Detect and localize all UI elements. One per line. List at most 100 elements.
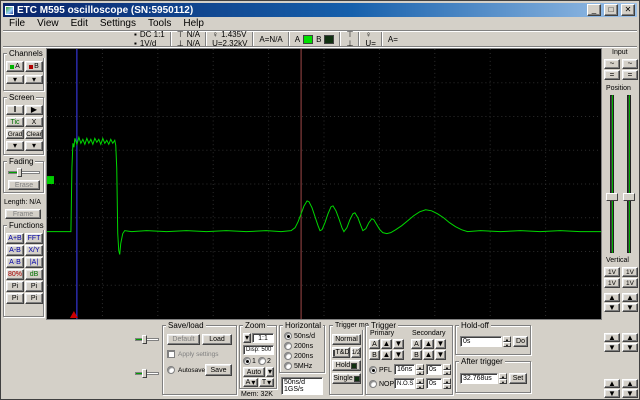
offset-b-down-button[interactable]: ▼ bbox=[622, 343, 638, 352]
channel-b-button[interactable]: B bbox=[25, 61, 43, 72]
function-a-minus-b-button[interactable]: A-B bbox=[6, 245, 24, 256]
secondary-source-b-button[interactable]: B bbox=[411, 350, 422, 360]
channel-b-led[interactable] bbox=[324, 34, 335, 44]
menu-help[interactable]: Help bbox=[177, 18, 210, 30]
erase-button[interactable]: Erase bbox=[8, 180, 40, 190]
offset-b-up-button[interactable]: ▲ bbox=[622, 333, 638, 342]
secondary-source-a-button[interactable]: A bbox=[411, 339, 422, 349]
secondary-falling-edge-b-button[interactable]: ▼ bbox=[435, 350, 446, 360]
spin-down-icon[interactable]: ▼ bbox=[443, 369, 451, 375]
primary-falling-edge-button[interactable]: ▼ bbox=[393, 339, 404, 349]
primary-delay-spinner[interactable]: ▲ ▼ bbox=[443, 364, 451, 375]
pfl-value[interactable]: 16ns bbox=[394, 364, 415, 375]
hdiv-5mhz-radio[interactable] bbox=[284, 362, 292, 370]
zoom-auto-menu-button[interactable]: ▾ bbox=[266, 367, 274, 377]
save-button[interactable]: Save bbox=[205, 364, 232, 376]
position-a-slider[interactable] bbox=[605, 95, 619, 253]
slider-thumb[interactable] bbox=[17, 168, 22, 177]
title-bar[interactable]: ETC M595 oscilloscope (SN:5950112) _ □ ✕ bbox=[3, 3, 637, 17]
saveload-slider-2[interactable] bbox=[135, 369, 159, 378]
holdoff-value[interactable]: 0s bbox=[460, 336, 502, 347]
spin-down-icon[interactable]: ▼ bbox=[503, 341, 511, 347]
x-button[interactable]: X bbox=[25, 117, 43, 127]
slider-thumb[interactable] bbox=[606, 193, 618, 201]
zoom-mode-1-radio[interactable] bbox=[243, 357, 251, 365]
hold-button[interactable]: Hold bbox=[332, 360, 361, 371]
slider-thumb[interactable] bbox=[623, 193, 635, 201]
menu-tools[interactable]: Tools bbox=[142, 18, 177, 30]
single-button[interactable]: Single bbox=[332, 373, 361, 384]
fine-b-up-button[interactable]: ▲ bbox=[622, 379, 638, 388]
scope-display[interactable] bbox=[46, 48, 602, 320]
close-button[interactable]: ✕ bbox=[621, 4, 635, 16]
maximize-button[interactable]: □ bbox=[604, 4, 618, 16]
function-xy-button[interactable]: X/Y bbox=[25, 245, 43, 256]
grid-style-button[interactable]: ▾ bbox=[6, 141, 24, 151]
normal-button[interactable]: Normal bbox=[332, 334, 361, 345]
after-trigger-set-button[interactable]: Set bbox=[509, 373, 527, 384]
channel-b-menu-button[interactable]: ▾ bbox=[25, 75, 43, 84]
input-a-coupling-button[interactable]: ~ bbox=[604, 59, 620, 69]
function-abs-a-button[interactable]: |A| bbox=[25, 257, 43, 268]
td-button[interactable]: T&D bbox=[332, 347, 350, 358]
apply-settings-checkbox[interactable] bbox=[167, 350, 175, 358]
input-b-coupling-button[interactable]: ~ bbox=[622, 59, 638, 69]
grad-button[interactable]: Grad bbox=[6, 129, 24, 139]
primary-delay-value[interactable]: 0s bbox=[426, 364, 442, 375]
frame-button[interactable]: Frame bbox=[5, 209, 41, 219]
zoom-mode-2-radio[interactable] bbox=[258, 357, 266, 365]
pfl-spinner[interactable]: ▲ ▼ bbox=[416, 364, 424, 375]
secondary-rising-edge-button[interactable]: ▲ bbox=[423, 339, 434, 349]
holdoff-do-button[interactable]: Do bbox=[513, 336, 528, 347]
holdoff-spinner[interactable]: ▲ ▼ bbox=[503, 336, 511, 347]
after-trigger-spinner[interactable]: ▲ ▼ bbox=[499, 373, 507, 384]
function-db-button[interactable]: dB bbox=[25, 269, 43, 280]
slider-thumb[interactable] bbox=[142, 335, 147, 344]
nudge-b-up-button[interactable]: ▲ bbox=[622, 293, 638, 302]
tic-button[interactable]: Tic bbox=[6, 117, 24, 127]
pfl-radio[interactable] bbox=[369, 366, 377, 374]
zoom-t-button[interactable]: T ▾ bbox=[259, 378, 274, 387]
primary-rising-edge-b-button[interactable]: ▲ bbox=[381, 350, 392, 360]
half-button[interactable]: 1/2 bbox=[351, 347, 361, 358]
after-trigger-value[interactable]: 32.768us bbox=[460, 373, 498, 384]
menu-edit[interactable]: Edit bbox=[65, 18, 94, 30]
offset-a-down-button[interactable]: ▼ bbox=[604, 343, 620, 352]
input-b-ground-button[interactable]: = bbox=[622, 70, 638, 80]
primary-falling-edge-b-button[interactable]: ▼ bbox=[393, 350, 404, 360]
slider-thumb[interactable] bbox=[142, 369, 147, 378]
secondary-rising-edge-b-button[interactable]: ▲ bbox=[423, 350, 434, 360]
function-pi4-button[interactable]: Pi bbox=[25, 293, 43, 304]
channel-a-marker[interactable] bbox=[47, 176, 54, 184]
default-button[interactable]: Default bbox=[167, 334, 200, 345]
function-a-times-b-button[interactable]: A·B bbox=[6, 257, 24, 268]
channel-a-button[interactable]: A bbox=[6, 61, 24, 72]
hdiv-200ns-radio[interactable] bbox=[284, 342, 292, 350]
function-fft-button[interactable]: FFT bbox=[25, 233, 43, 244]
function-pi1-button[interactable]: Pi bbox=[6, 281, 24, 292]
spin-down-icon[interactable]: ▼ bbox=[416, 383, 424, 389]
zoom-menu-button[interactable]: ▾ bbox=[243, 333, 251, 343]
zoom-a-button[interactable]: A ▾ bbox=[243, 378, 258, 387]
minimize-button[interactable]: _ bbox=[587, 4, 601, 16]
primary-source-a-button[interactable]: A bbox=[369, 339, 380, 349]
hdiv-50ns-radio[interactable] bbox=[284, 332, 292, 340]
primary-rising-edge-button[interactable]: ▲ bbox=[381, 339, 392, 349]
pause-button[interactable]: ‖ bbox=[6, 105, 24, 115]
nudge-a-up-button[interactable]: ▲ bbox=[604, 293, 620, 302]
channel-a-active-led[interactable] bbox=[303, 34, 314, 44]
spin-down-icon[interactable]: ▼ bbox=[499, 378, 507, 384]
function-pi2-button[interactable]: Pi bbox=[25, 281, 43, 292]
nop-radio[interactable] bbox=[369, 380, 377, 388]
range-a2-button[interactable]: 1V bbox=[604, 278, 620, 288]
nop-value[interactable]: N.O.S. bbox=[394, 378, 415, 389]
run-button[interactable]: ▶ bbox=[25, 105, 43, 115]
autosave-radio[interactable] bbox=[167, 366, 175, 374]
offset-a-up-button[interactable]: ▲ bbox=[604, 333, 620, 342]
menu-file[interactable]: File bbox=[3, 18, 31, 30]
nudge-a-down-button[interactable]: ▼ bbox=[604, 303, 620, 312]
secondary-delay-value[interactable]: 0s bbox=[426, 378, 442, 389]
range-a-button[interactable]: 1V bbox=[604, 267, 620, 277]
menu-view[interactable]: View bbox=[31, 18, 65, 30]
nudge-b-down-button[interactable]: ▼ bbox=[622, 303, 638, 312]
